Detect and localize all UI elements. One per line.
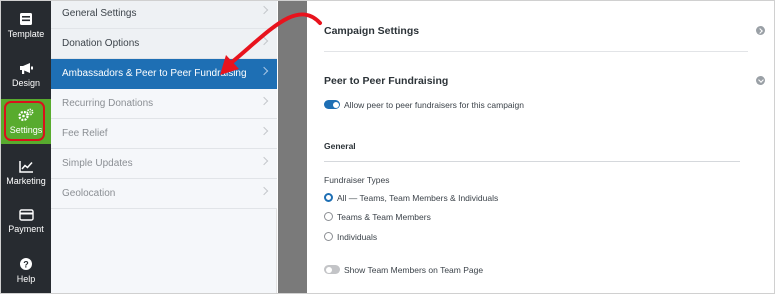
credit-card-icon: [18, 209, 34, 221]
divider: [324, 161, 740, 162]
allow-peer-toggle[interactable]: [324, 100, 340, 109]
campaign-settings-title[interactable]: Campaign Settings: [324, 25, 419, 37]
rail-item-marketing[interactable]: Marketing: [1, 148, 51, 197]
radio-teams[interactable]: [324, 212, 333, 221]
svg-text:?: ?: [23, 259, 29, 269]
radio-teams-label: Teams & Team Members: [337, 212, 431, 222]
toggle-knob: [325, 266, 332, 273]
menu-item-label: Simple Updates: [62, 158, 133, 169]
template-icon: [20, 13, 32, 25]
rail-item-label: Payment: [8, 224, 44, 234]
chevron-right-icon: [259, 126, 269, 136]
divider: [324, 51, 748, 52]
radio-individuals[interactable]: [324, 232, 333, 241]
megaphone-icon: [19, 62, 33, 74]
help-icon: ?: [20, 258, 32, 270]
chevron-right-icon: [259, 186, 269, 196]
allow-peer-label: Allow peer to peer fundraisers for this …: [344, 100, 525, 110]
annotation-arrow: [220, 12, 322, 75]
chevron-down-icon[interactable]: [756, 76, 765, 85]
main-panel: Campaign Settings Peer to Peer Fundraisi…: [307, 1, 774, 293]
menu-item-simple-updates[interactable]: Simple Updates: [51, 149, 277, 179]
app-frame: Template Design Settings Marketing Payme…: [0, 0, 775, 294]
fundraiser-types-label: Fundraiser Types: [324, 175, 390, 185]
rail-item-template[interactable]: Template: [1, 1, 51, 50]
rail-item-label: Template: [7, 29, 45, 39]
toggle-knob: [332, 101, 339, 108]
radio-individuals-label: Individuals: [337, 232, 378, 242]
menu-item-label: Recurring Donations: [62, 98, 154, 109]
rail-item-help[interactable]: ? Help: [1, 246, 51, 293]
sidebar-rail: Template Design Settings Marketing Payme…: [1, 1, 51, 293]
menu-item-recurring-donations[interactable]: Recurring Donations: [51, 89, 277, 119]
radio-all-label: All — Teams, Team Members & Individuals: [337, 193, 499, 203]
show-team-members-label: Show Team Members on Team Page: [344, 265, 484, 275]
show-team-members-toggle[interactable]: [324, 265, 340, 274]
general-title: General: [324, 141, 356, 151]
radio-all[interactable]: [324, 193, 333, 202]
rail-item-label: Help: [16, 274, 36, 284]
chart-icon: [18, 160, 33, 173]
rail-item-label: Marketing: [6, 175, 46, 186]
settings-highlight-box: [4, 101, 45, 141]
menu-item-geolocation[interactable]: Geolocation: [51, 179, 277, 209]
menu-item-label: General Settings: [62, 7, 137, 19]
rail-item-label: Design: [11, 77, 40, 88]
menu-item-label: Geolocation: [62, 188, 116, 199]
chevron-right-icon: [259, 96, 269, 106]
menu-item-label: Fee Relief: [62, 128, 108, 139]
rail-item-payment[interactable]: Payment: [1, 197, 51, 246]
peer-fundraising-title[interactable]: Peer to Peer Fundraising: [324, 75, 448, 87]
chevron-right-icon: [259, 156, 269, 166]
rail-item-design[interactable]: Design: [1, 50, 51, 99]
menu-item-label: Donation Options: [62, 38, 140, 49]
menu-item-fee-relief[interactable]: Fee Relief: [51, 119, 277, 149]
chevron-right-icon[interactable]: [756, 26, 765, 35]
